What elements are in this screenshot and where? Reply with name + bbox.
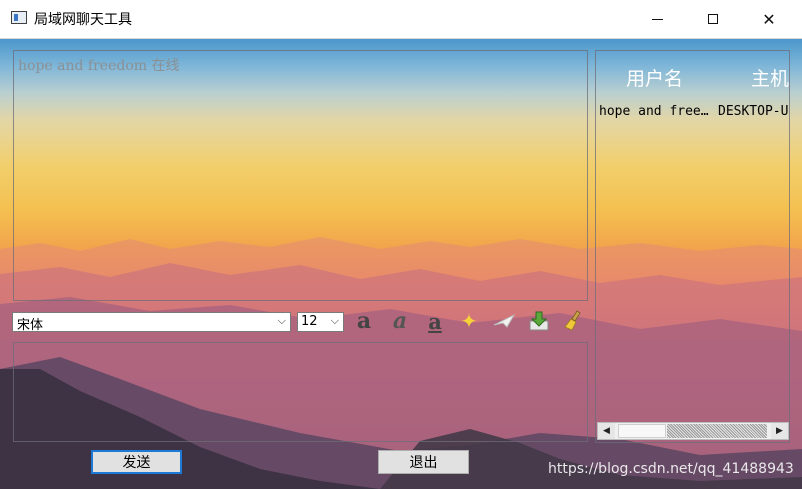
exit-button[interactable]: 退出 <box>378 450 469 474</box>
underline-icon[interactable]: a <box>423 309 447 334</box>
chat-window-body: hope and freedom 在线 用户名 主机 hope and free… <box>0 39 802 489</box>
send-file-icon[interactable] <box>492 309 516 333</box>
column-header-username[interactable]: 用户名 <box>626 64 683 91</box>
save-icon[interactable] <box>527 309 551 333</box>
italic-icon[interactable]: a <box>388 308 412 334</box>
scroll-left-icon[interactable]: ◀ <box>598 423 615 439</box>
font-size-value: 12 <box>301 314 318 329</box>
user-list-table[interactable]: 用户名 主机 hope and free… DESKTOP-U <box>595 50 790 443</box>
clear-icon[interactable] <box>562 309 586 333</box>
message-input[interactable] <box>13 342 588 442</box>
scrollbar-track[interactable] <box>667 424 767 438</box>
close-button[interactable]: ✕ <box>746 0 792 38</box>
chat-history-box[interactable]: hope and freedom 在线 <box>13 50 588 301</box>
font-size-combobox[interactable]: 12 ⌵ <box>297 312 344 332</box>
send-button[interactable]: 发送 <box>91 450 182 474</box>
scrollbar-thumb[interactable] <box>618 424 666 438</box>
scroll-right-icon[interactable]: ▶ <box>771 423 788 439</box>
color-icon[interactable]: ✦ <box>457 309 481 333</box>
font-family-combobox[interactable]: 宋体 ⌵ <box>12 312 291 333</box>
title-bar: 局域网聊天工具 ✕ <box>0 0 802 39</box>
minimize-button[interactable] <box>634 0 680 38</box>
chevron-down-icon: ⌵ <box>277 314 286 327</box>
watermark: https://blog.csdn.net/qq_41488943 <box>548 461 794 477</box>
minimize-icon <box>651 18 663 20</box>
maximize-icon <box>708 14 718 24</box>
chevron-down-icon: ⌵ <box>330 314 339 327</box>
bold-icon[interactable]: a <box>352 308 376 334</box>
window-title: 局域网聊天工具 <box>34 12 132 28</box>
column-header-host[interactable]: 主机 <box>751 64 789 91</box>
user-cell-username[interactable]: hope and free… <box>599 104 709 119</box>
maximize-button[interactable] <box>690 0 736 38</box>
app-icon <box>11 11 27 24</box>
user-list-horizontal-scrollbar[interactable]: ◀ ▶ <box>597 422 789 440</box>
chat-history-line: hope and freedom 在线 <box>18 58 180 74</box>
user-cell-host[interactable]: DESKTOP-U <box>718 104 788 119</box>
font-family-value: 宋体 <box>17 318 44 333</box>
